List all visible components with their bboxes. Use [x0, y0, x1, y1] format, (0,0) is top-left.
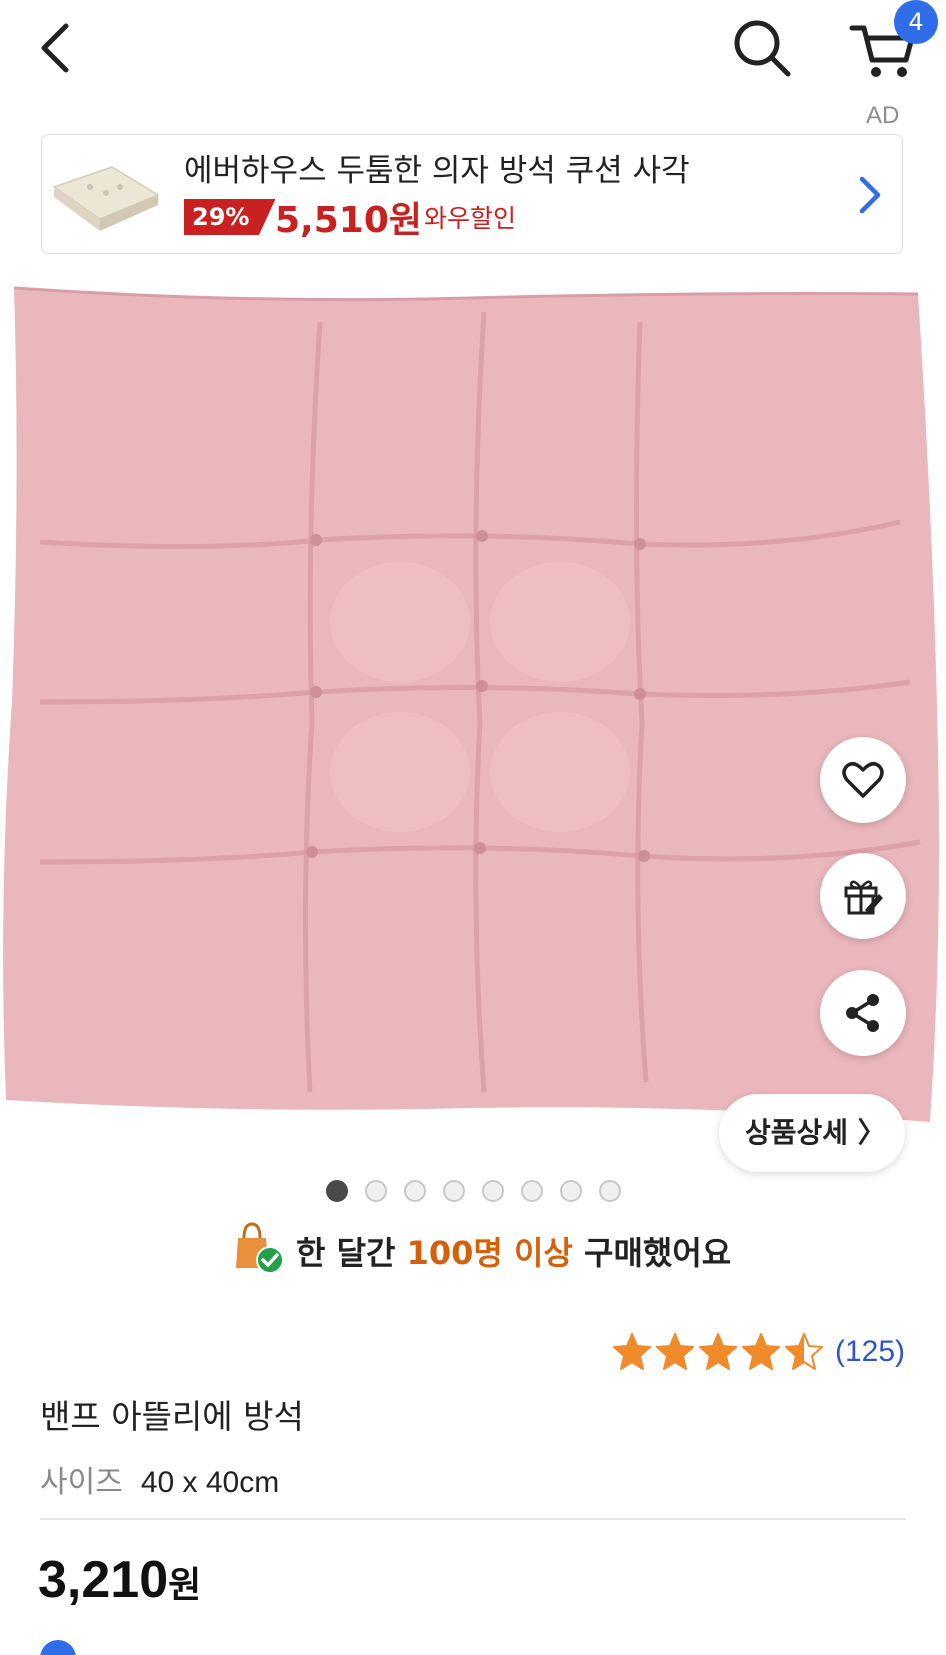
ad-product-thumbnail	[52, 166, 160, 231]
carousel-dot[interactable]	[365, 1180, 387, 1202]
heart-icon	[842, 762, 884, 798]
product-title: 밴프 아뜰리에 방석	[40, 1397, 304, 1436]
product-detail-button[interactable]: 상품상세 〉	[719, 1094, 905, 1172]
chevron-left-icon	[41, 23, 69, 73]
share-button[interactable]	[820, 970, 906, 1056]
share-icon	[846, 994, 879, 1032]
search-icon	[734, 20, 791, 77]
star-icon	[656, 1333, 694, 1370]
product-image[interactable]	[0, 282, 946, 1162]
purchase-count-text: 한 달간 100명 이상 구매했어요	[296, 1228, 731, 1274]
wishlist-button[interactable]	[820, 737, 906, 823]
price-unit: 원	[168, 1565, 202, 1606]
option-value: 40 x 40cm	[140, 1466, 280, 1499]
ad-title: 에버하우스 두툼한 의자 방석 쿠션 사각	[184, 153, 690, 189]
carousel-dots	[326, 1180, 621, 1204]
carousel-dot[interactable]	[521, 1180, 543, 1202]
product-page: 4 AD 에버하우스 두툼한 의자 방석 쿠션 사각 29% 5,510원 와우…	[0, 0, 946, 1655]
star-icon	[699, 1333, 737, 1370]
ad-label: AD	[866, 102, 900, 129]
ad-banner[interactable]: 에버하우스 두툼한 의자 방석 쿠션 사각 29% 5,510원 와우할인	[41, 134, 903, 254]
back-button[interactable]	[30, 18, 90, 78]
purchase-count-suffix: 구매했어요	[572, 1234, 732, 1272]
chevron-right-icon	[859, 176, 881, 214]
ad-wow-discount-label: 와우할인	[424, 204, 517, 233]
top-bar: 4 AD	[0, 0, 946, 129]
carousel-dot[interactable]	[599, 1180, 621, 1202]
review-count[interactable]: (125)	[835, 1335, 905, 1369]
gift-button[interactable]	[820, 853, 906, 939]
carousel-dot[interactable]	[326, 1180, 348, 1202]
cart-count-badge: 4	[894, 0, 938, 44]
option-label: 사이즈	[40, 1465, 123, 1500]
carousel-dot[interactable]	[482, 1180, 504, 1202]
product-price: 3,210원	[38, 1550, 201, 1610]
carousel-dot[interactable]	[404, 1180, 426, 1202]
ad-price: 5,510원	[275, 200, 422, 241]
bottom-indicator	[40, 1640, 76, 1655]
search-button[interactable]	[728, 14, 798, 84]
divider	[40, 1518, 906, 1520]
carousel-dot[interactable]	[443, 1180, 465, 1202]
shopping-bag-check-icon	[236, 1222, 284, 1274]
gift-icon	[844, 880, 883, 915]
carousel-dot[interactable]	[560, 1180, 582, 1202]
option-row: 사이즈 40 x 40cm	[40, 1457, 279, 1501]
price-number: 3,210	[38, 1551, 169, 1609]
ad-discount-badge: 29%	[184, 199, 276, 235]
purchase-count-highlight: 100명 이상	[406, 1234, 573, 1272]
rating-stars[interactable]: (125)	[612, 1330, 905, 1374]
star-icon	[613, 1333, 651, 1370]
star-icon	[785, 1333, 823, 1370]
star-icon	[742, 1333, 780, 1370]
purchase-count-prefix: 한 달간	[296, 1234, 407, 1272]
